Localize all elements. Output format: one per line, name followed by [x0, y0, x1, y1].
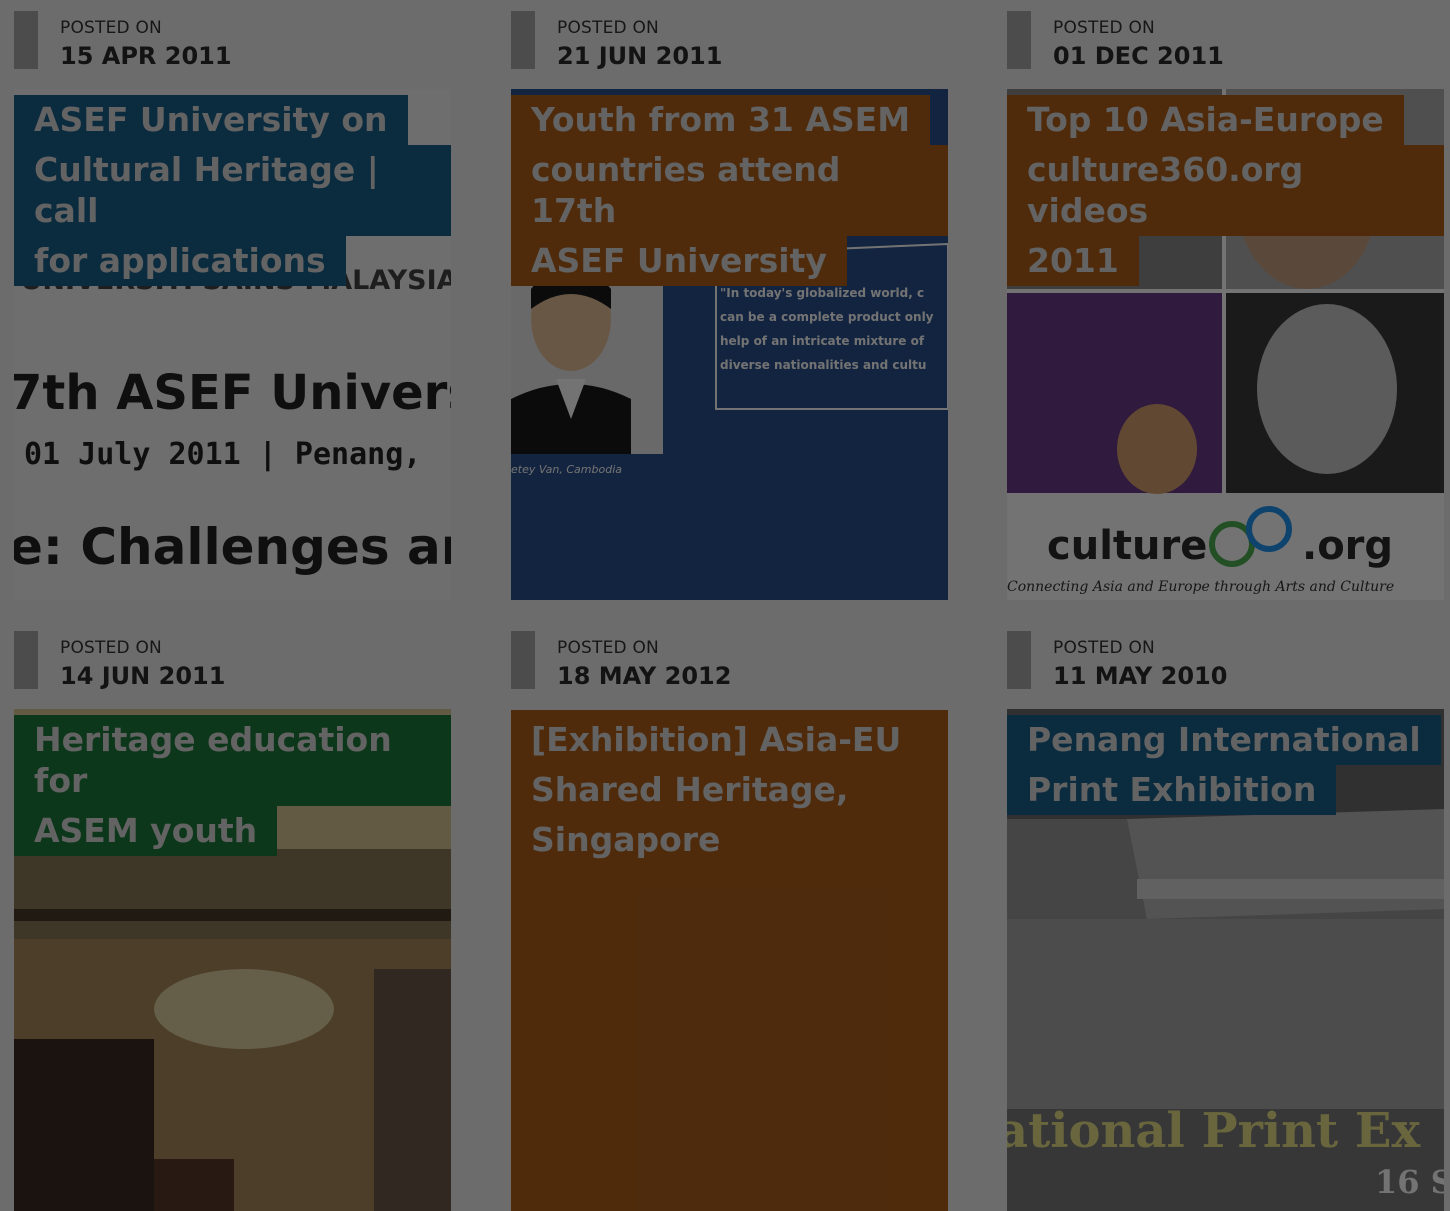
title-line: for applications [14, 236, 346, 286]
posted-on-label: POSTED ON [60, 638, 162, 658]
portrait-caption: etey Van, Cambodia [511, 463, 622, 476]
title-line: 2011 [1007, 236, 1139, 286]
post-date: POSTED ON 11 MAY 2010 [1007, 620, 1444, 690]
title-line: Penang International [1007, 715, 1441, 765]
title-line: culture360.org videos [1007, 145, 1444, 236]
poster-line-3: e: Challenges an [14, 518, 451, 576]
post-title[interactable]: Top 10 Asia-Europe culture360.org videos… [1007, 95, 1444, 286]
post-date-value: 18 MAY 2012 [557, 662, 732, 690]
post-date: POSTED ON 14 JUN 2011 [14, 620, 451, 690]
post-title[interactable]: Heritage education for ASEM youth [14, 715, 451, 856]
post-date: POSTED ON 15 APR 2011 [14, 0, 451, 70]
svg-text:help of an intricate mixture o: help of an intricate mixture of [720, 334, 925, 348]
post-date: POSTED ON 21 JUN 2011 [511, 0, 948, 70]
post-card[interactable]: POSTED ON 21 JUN 2011 "In today's global… [511, 0, 948, 600]
title-line: Print Exhibition [1007, 765, 1337, 815]
post-card[interactable]: POSTED ON 11 MAY 2010 ational Print Ex 1… [1007, 620, 1444, 1211]
title-line: Shared Heritage, [511, 765, 869, 815]
date-bar [511, 11, 535, 69]
title-line: ASEF University on [14, 95, 408, 145]
posted-on-label: POSTED ON [1053, 638, 1155, 658]
title-line: ASEM youth [14, 806, 278, 856]
posted-on-label: POSTED ON [557, 18, 659, 38]
poster-line-1: 7th ASEF Universit [14, 365, 451, 421]
title-line: [Exhibition] Asia-EU [511, 715, 922, 765]
title-line: ASEF University [511, 236, 847, 286]
poster-line-2: 01 July 2011 | Penang, [24, 437, 421, 472]
post-date-value: 11 MAY 2010 [1053, 662, 1228, 690]
date-bar [511, 631, 535, 689]
title-line: Singapore [511, 815, 741, 865]
exhibition-banner-text: ational Print Ex [1007, 1103, 1420, 1159]
exhibition-banner-sub: 16 S [1375, 1163, 1444, 1201]
post-title[interactable]: Penang International Print Exhibition [1007, 715, 1444, 815]
post-card[interactable]: POSTED ON 14 JUN 2011 Heritage education… [14, 620, 451, 1211]
date-bar [1007, 631, 1031, 689]
post-date-value: 21 JUN 2011 [557, 42, 723, 70]
posted-on-label: POSTED ON [60, 18, 162, 38]
date-bar [1007, 11, 1031, 69]
title-line: Youth from 31 ASEM [511, 95, 931, 145]
culture360-tagline: Connecting Asia and Europe through Arts … [1007, 579, 1394, 595]
culture360-logo: culture [1047, 523, 1207, 569]
title-line: countries attend 17th [511, 145, 948, 236]
date-bar [14, 11, 38, 69]
post-date: POSTED ON 18 MAY 2012 [511, 620, 948, 690]
post-title[interactable]: [Exhibition] Asia-EU Shared Heritage, Si… [511, 715, 948, 865]
post-date-value: 15 APR 2011 [60, 42, 232, 70]
post-title[interactable]: Youth from 31 ASEM countries attend 17th… [511, 95, 948, 286]
title-line: Top 10 Asia-Europe [1007, 95, 1404, 145]
svg-text:.org: .org [1302, 523, 1393, 569]
post-title[interactable]: ASEF University on Cultural Heritage | c… [14, 95, 451, 286]
svg-text:can be a complete product only: can be a complete product only [720, 310, 934, 324]
svg-text:"In today's globalized world,: "In today's globalized world, c [720, 286, 924, 300]
post-card[interactable]: POSTED ON 18 MAY 2012 [Exhibition] Asia-… [511, 620, 948, 1211]
svg-text:diverse nationalities and cult: diverse nationalities and cultu [720, 358, 926, 372]
post-card[interactable]: POSTED ON 15 APR 2011 UNIVERSITI SAINS M… [14, 0, 451, 600]
post-date-value: 14 JUN 2011 [60, 662, 226, 690]
title-line: Cultural Heritage | call [14, 145, 451, 236]
date-bar [14, 631, 38, 689]
post-date: POSTED ON 01 DEC 2011 [1007, 0, 1444, 70]
post-date-value: 01 DEC 2011 [1053, 42, 1224, 70]
posted-on-label: POSTED ON [1053, 18, 1155, 38]
post-card[interactable]: POSTED ON 01 DEC 2011 culture .org Conne… [1007, 0, 1444, 600]
title-line: Heritage education for [14, 715, 451, 806]
posted-on-label: POSTED ON [557, 638, 659, 658]
